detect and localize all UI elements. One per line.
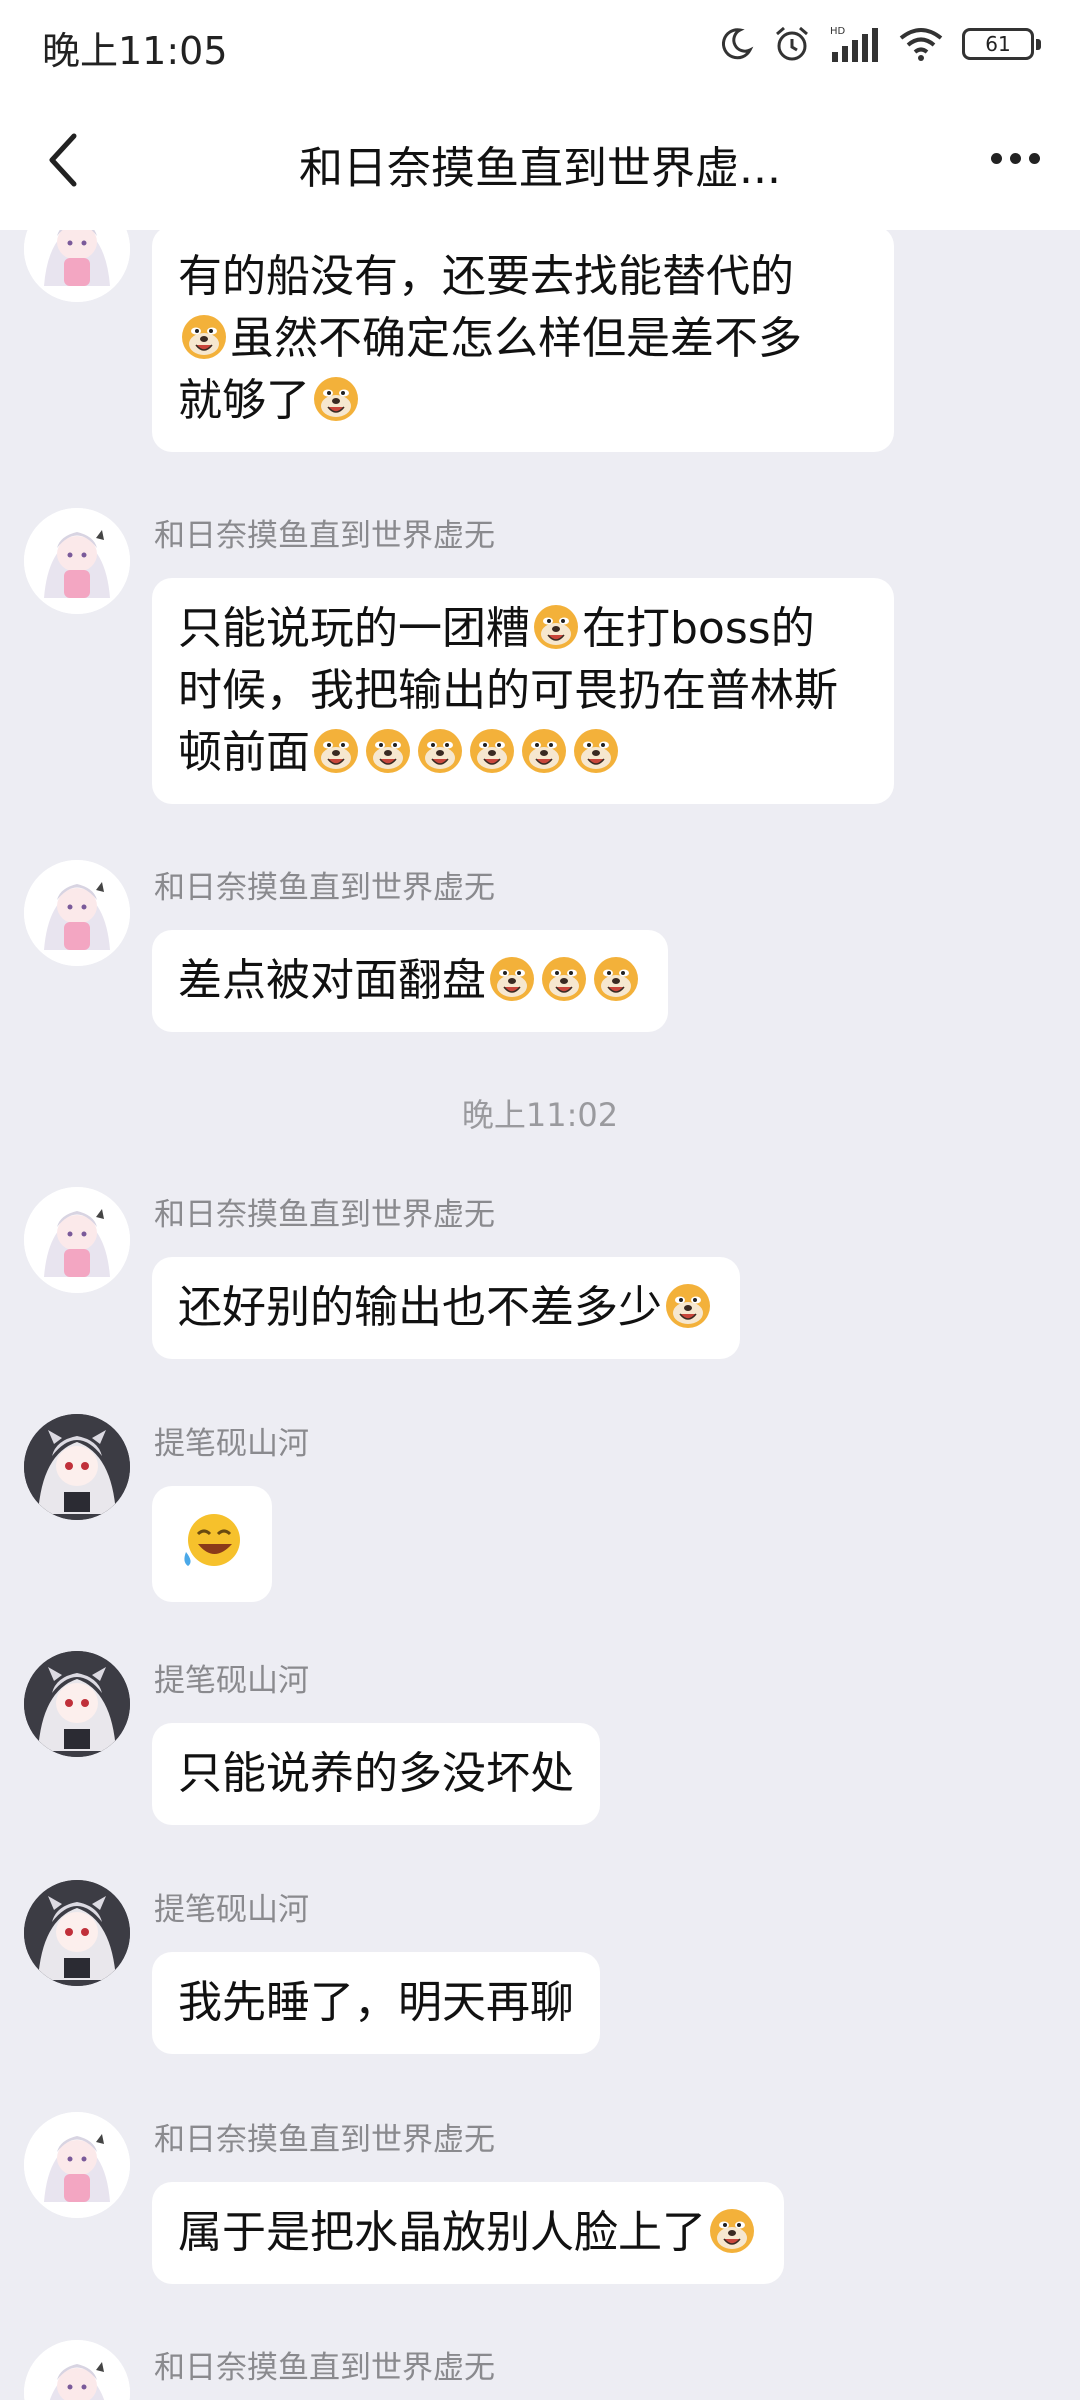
wifi-icon (898, 24, 944, 64)
chat-header: 和日奈摸鱼直到世界虚... (0, 92, 1080, 230)
sender-name: 和日奈摸鱼直到世界虚无 (154, 518, 495, 554)
message-text: 就够了 (178, 375, 310, 426)
dog-emoji-icon (487, 953, 537, 1003)
message-bubble[interactable]: 只能说养的多没坏处 (152, 1723, 600, 1825)
hd-signal-icon: HD (830, 24, 880, 64)
dog-emoji-icon (663, 1280, 713, 1330)
message-bubble[interactable]: 有的船没有，还要去找能替代的 虽然不确定怎么样但是差不多 就够了 (152, 226, 894, 452)
time-separator: 晚上11:02 (461, 1096, 619, 1134)
back-arrow-icon[interactable] (36, 124, 96, 194)
status-bar: 晚上11:05 HD 61 (0, 0, 1080, 92)
message-text: 在打boss的 (582, 603, 815, 654)
avatar[interactable] (24, 2112, 130, 2218)
message-text: 我先睡了，明天再聊 (178, 1977, 574, 2028)
message-text: 属于是把水晶放别人脸上了 (178, 2207, 706, 2258)
dog-emoji-icon (363, 725, 413, 775)
dog-emoji-icon (531, 601, 581, 651)
message-bubble[interactable]: 属于是把水晶放别人脸上了 (152, 2182, 784, 2284)
sender-name: 提笔砚山河 (154, 1892, 309, 1928)
sender-name: 和日奈摸鱼直到世界虚无 (154, 870, 495, 906)
more-dots-icon[interactable] (980, 136, 1050, 180)
message-bubble[interactable]: 只能说玩的一团糟 在打boss的 时候，我把输出的可畏扔在普林斯 顿前面 (152, 578, 894, 804)
alarm-icon (772, 24, 812, 64)
status-icons: HD 61 (718, 24, 1041, 64)
sender-name: 和日奈摸鱼直到世界虚无 (154, 2350, 495, 2386)
dog-emoji-icon (707, 2205, 757, 2255)
battery-icon: 61 (962, 28, 1041, 60)
moon-icon (718, 26, 754, 62)
sender-name: 提笔砚山河 (154, 1663, 309, 1699)
message-text: 时候，我把输出的可畏扔在普林斯 (178, 665, 838, 716)
dog-emoji-icon (311, 373, 361, 423)
top-bar: 晚上11:05 HD 61 和日奈摸鱼直到世界虚... (0, 0, 1080, 230)
dog-emoji-icon (415, 725, 465, 775)
message-text: 虽然不确定怎么样但是差不多 (230, 313, 802, 364)
dog-emoji-icon (591, 953, 641, 1003)
chat-area[interactable]: 有的船没有，还要去找能替代的 虽然不确定怎么样但是差不多 就够了 和日奈摸鱼直到… (0, 0, 1080, 2400)
avatar[interactable] (24, 1651, 130, 1757)
avatar[interactable] (24, 508, 130, 614)
sender-name: 和日奈摸鱼直到世界虚无 (154, 1197, 495, 1233)
message-text: 只能说养的多没坏处 (178, 1748, 574, 1799)
avatar[interactable] (24, 1187, 130, 1293)
message-text: 顿前面 (178, 727, 310, 778)
dog-emoji-icon (571, 725, 621, 775)
svg-text:HD: HD (830, 26, 846, 37)
message-bubble[interactable]: 我先睡了，明天再聊 (152, 1952, 600, 2054)
dog-emoji-icon (179, 311, 229, 361)
dog-emoji-icon (539, 953, 589, 1003)
laughing-crying-emoji-icon (178, 1508, 248, 1578)
sender-name: 提笔砚山河 (154, 1426, 309, 1462)
chat-title[interactable]: 和日奈摸鱼直到世界虚... (170, 132, 910, 196)
message-text: 还好别的输出也不差多少 (178, 1282, 662, 1333)
avatar[interactable] (24, 860, 130, 966)
dog-emoji-icon (519, 725, 569, 775)
message-text: 差点被对面翻盘 (178, 955, 486, 1006)
dog-emoji-icon (467, 725, 517, 775)
message-text: 只能说玩的一团糟 (178, 603, 530, 654)
status-time: 晚上11:05 (42, 29, 228, 73)
message-bubble[interactable]: 差点被对面翻盘 (152, 930, 668, 1032)
avatar[interactable] (24, 2340, 130, 2400)
message-bubble[interactable]: 还好别的输出也不差多少 (152, 1257, 740, 1359)
avatar[interactable] (24, 1880, 130, 1986)
sender-name: 和日奈摸鱼直到世界虚无 (154, 2122, 495, 2158)
dog-emoji-icon (311, 725, 361, 775)
message-text: 有的船没有，还要去找能替代的 (178, 251, 794, 302)
avatar[interactable] (24, 1414, 130, 1520)
message-bubble[interactable] (152, 1486, 272, 1602)
battery-level: 61 (985, 32, 1011, 56)
